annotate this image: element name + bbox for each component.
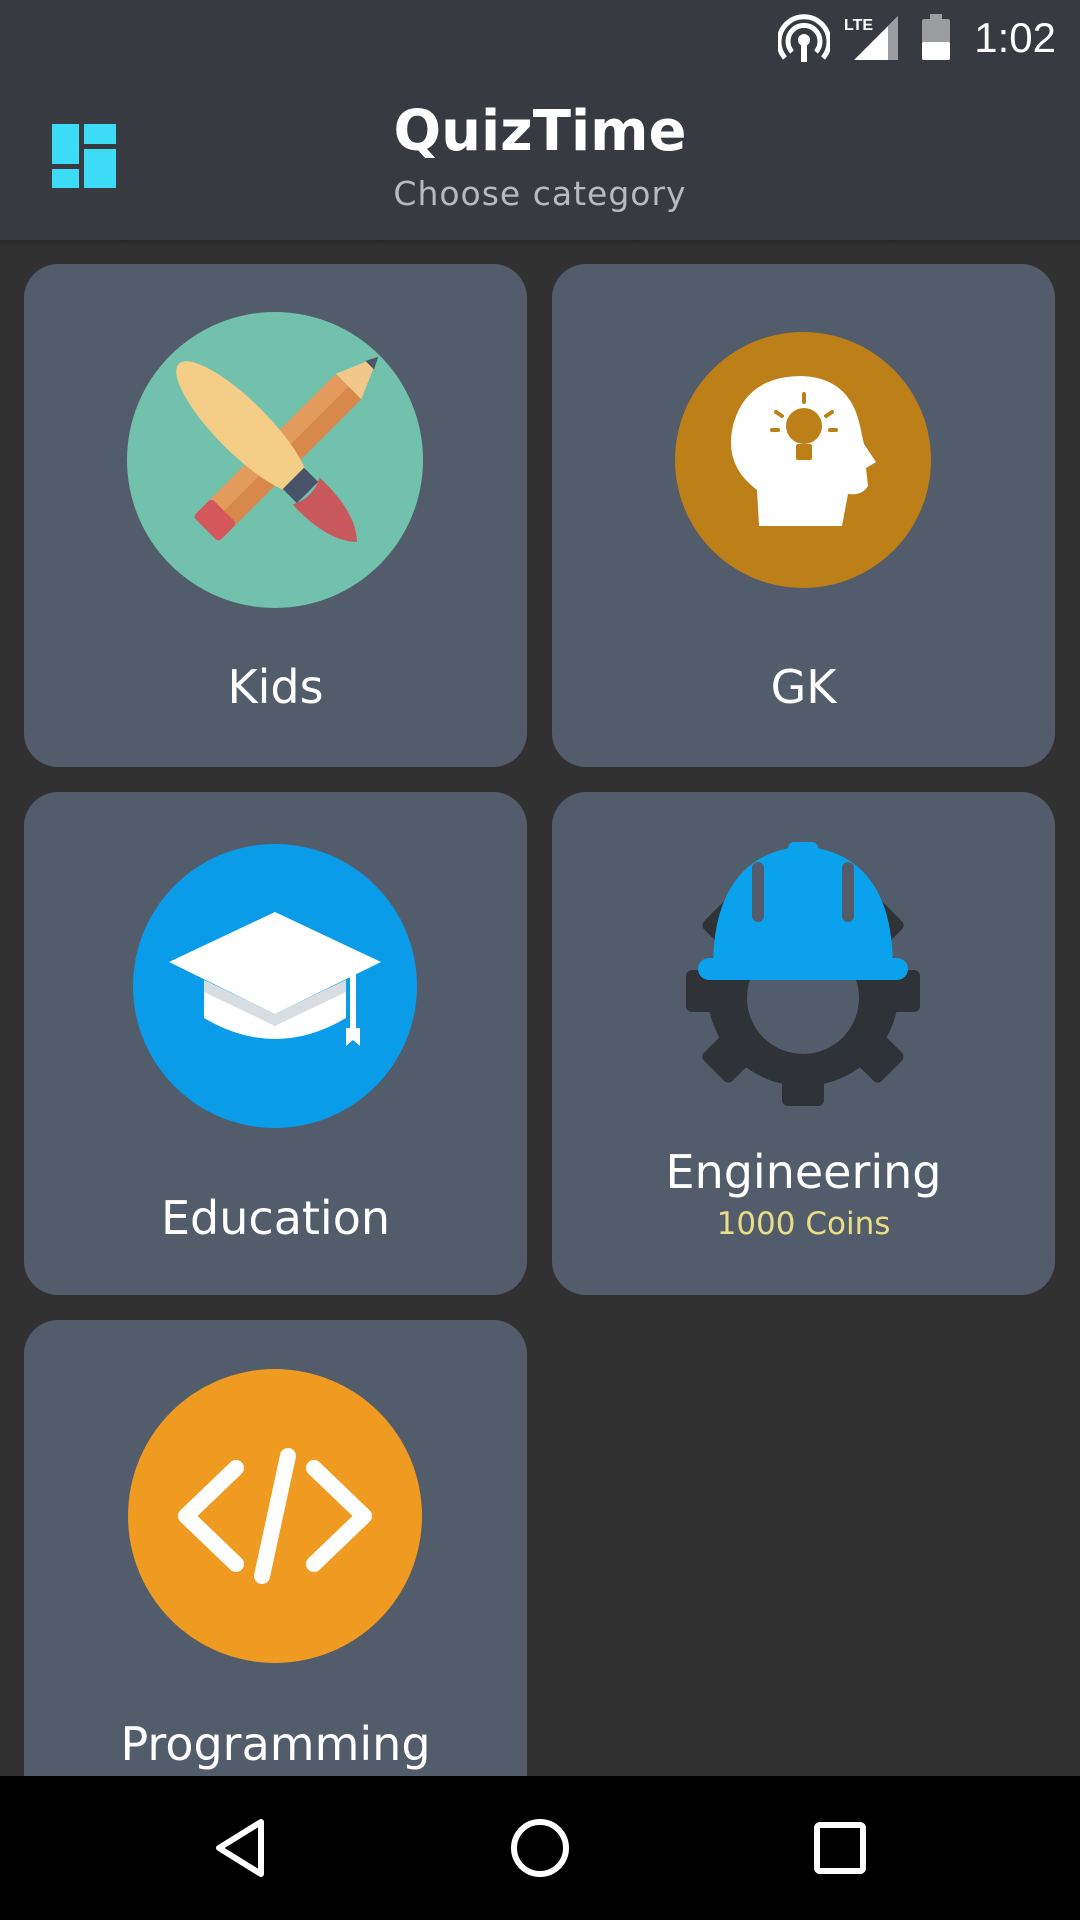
head-lightbulb-icon	[675, 332, 931, 588]
top-bar: LTE 1:02 QuizTime Choose category	[0, 0, 1080, 240]
app-title: QuizTime	[393, 99, 687, 164]
lte-signal-icon: LTE	[844, 16, 898, 60]
category-card-education[interactable]: Education	[24, 792, 527, 1295]
hotspot-icon	[778, 14, 830, 62]
quiz-category-screen: Kids GK Education Engineering 1000 Coins…	[0, 0, 1080, 1920]
category-label: Programming	[120, 1717, 431, 1771]
status-bar: LTE 1:02	[0, 0, 1080, 76]
category-grid: Kids GK Education Engineering 1000 Coins…	[0, 0, 1080, 1776]
graduation-cap-icon	[133, 844, 417, 1128]
category-card-engineering[interactable]: Engineering 1000 Coins	[552, 792, 1055, 1295]
code-brackets-icon	[128, 1369, 422, 1663]
category-card-programming[interactable]: Programming	[24, 1320, 527, 1776]
app-subtitle: Choose category	[393, 174, 687, 213]
recents-icon[interactable]	[790, 1798, 890, 1898]
hardhat-gear-icon	[686, 842, 920, 1106]
category-card-kids[interactable]: Kids	[24, 264, 527, 767]
back-icon[interactable]	[191, 1798, 291, 1898]
category-label: GK	[770, 660, 837, 714]
navigation-bar	[0, 1776, 1080, 1920]
pencil-brush-icon	[127, 312, 423, 608]
category-label: Education	[160, 1191, 390, 1245]
app-bar-shadow	[0, 240, 1080, 246]
coin-cost-label: 1000 Coins	[716, 1206, 891, 1242]
category-label: Engineering	[665, 1145, 942, 1199]
category-label: Kids	[227, 660, 324, 714]
home-icon[interactable]	[490, 1798, 590, 1898]
network-type-label: LTE	[844, 17, 873, 34]
status-time: 1:02	[974, 14, 1056, 61]
app-bar: QuizTime Choose category	[0, 76, 1080, 240]
category-card-gk[interactable]: GK	[552, 264, 1055, 767]
battery-icon	[922, 14, 950, 60]
